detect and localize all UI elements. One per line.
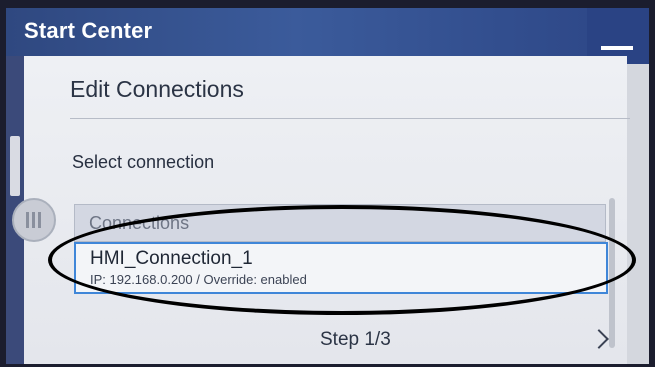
edit-connections-dialog: Edit Connections Select connection Conne… — [24, 56, 630, 364]
title-bar: Start Center — [6, 8, 649, 56]
drag-handle-icon[interactable] — [12, 198, 56, 242]
window-title: Start Center — [24, 18, 153, 43]
left-rail-tab — [10, 136, 20, 196]
list-header-label: Connections — [89, 213, 190, 233]
minimize-icon — [601, 46, 633, 50]
connections-list-header: Connections — [74, 204, 606, 242]
list-scrollbar[interactable] — [609, 198, 615, 348]
section-label: Select connection — [72, 152, 215, 172]
step-indicator: Step 1/3 — [320, 329, 391, 350]
connection-item[interactable]: HMI_Connection_1 IP: 192.168.0.200 / Ove… — [74, 242, 608, 294]
connection-detail: IP: 192.168.0.200 / Override: enabled — [90, 272, 307, 287]
right-edge — [627, 64, 649, 364]
chevron-right-icon[interactable] — [589, 329, 609, 349]
device-screen: Start Center Edit Connections Select con… — [6, 8, 649, 364]
dialog-title: Edit Connections — [70, 76, 244, 102]
title-divider — [70, 118, 630, 119]
connection-name: HMI_Connection_1 — [90, 248, 253, 269]
